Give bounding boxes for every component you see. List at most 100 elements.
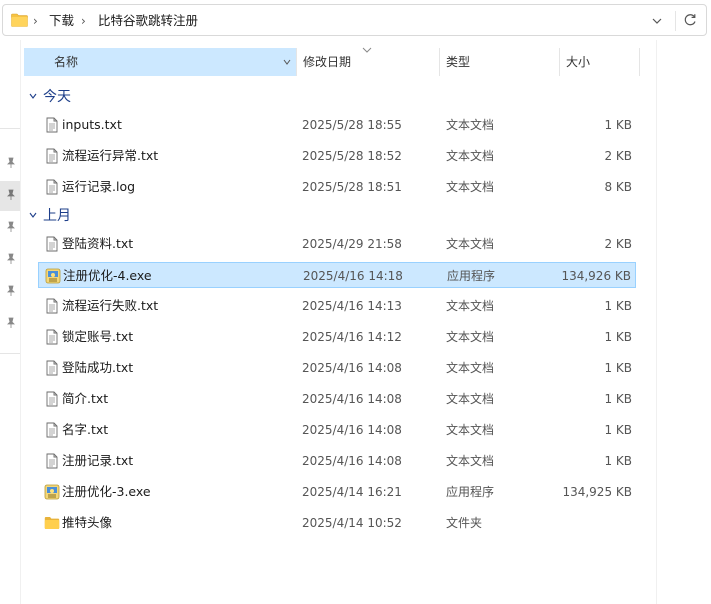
breadcrumb-chevron-icon[interactable]: › <box>81 13 86 29</box>
file-row[interactable]: 锁定账号.txt 2025/4/16 14:12 文本文档 1 KB <box>38 324 636 350</box>
file-name: 注册优化-3.exe <box>62 484 151 499</box>
file-date: 2025/5/28 18:55 <box>302 118 402 132</box>
chevron-down-icon[interactable] <box>649 13 665 29</box>
file-size: 1 KB <box>604 330 632 344</box>
file-date: 2025/5/28 18:52 <box>302 149 402 163</box>
text-file-icon <box>44 360 60 376</box>
file-name: 注册优化-4.exe <box>63 268 152 283</box>
file-row[interactable]: 名字.txt 2025/4/16 14:08 文本文档 1 KB <box>38 417 636 443</box>
file-type: 文本文档 <box>446 454 495 468</box>
file-size: 1 KB <box>604 423 632 437</box>
column-header-name-label: 名称 <box>54 55 79 69</box>
column-header-size[interactable]: 大小 <box>560 48 640 76</box>
column-header-type[interactable]: 类型 <box>440 48 558 76</box>
file-size: 8 KB <box>604 180 632 194</box>
group-header[interactable]: 上月 <box>28 205 71 225</box>
file-type: 应用程序 <box>447 269 496 283</box>
file-row[interactable]: 登陆成功.txt 2025/4/16 14:08 文本文档 1 KB <box>38 355 636 381</box>
breadcrumb-item-downloads[interactable]: 下载 <box>49 13 74 29</box>
file-name: 流程运行异常.txt <box>62 148 159 163</box>
text-file-icon <box>44 179 60 195</box>
refresh-icon[interactable] <box>682 12 698 28</box>
pane-divider-right <box>656 40 657 604</box>
file-date: 2025/4/29 21:58 <box>302 237 402 251</box>
file-name: 锁定账号.txt <box>62 329 134 344</box>
address-bar: › 下载 › 比特谷歌跳转注册 <box>0 0 711 40</box>
text-file-icon <box>44 298 60 314</box>
pin-icon[interactable] <box>5 221 17 233</box>
exe-file-icon <box>44 484 60 500</box>
file-type: 应用程序 <box>446 485 495 499</box>
file-row[interactable]: 推特头像 2025/4/14 10:52 文件夹 <box>38 510 636 536</box>
file-date: 2025/4/16 14:13 <box>302 299 402 313</box>
file-row[interactable]: 运行记录.log 2025/5/28 18:51 文本文档 8 KB <box>38 174 636 200</box>
pane-divider <box>20 40 21 604</box>
column-header-date[interactable]: 修改日期 <box>297 48 437 76</box>
file-type: 文本文档 <box>446 180 495 194</box>
file-name: 推特头像 <box>62 515 113 530</box>
file-type: 文本文档 <box>446 299 495 313</box>
file-row[interactable]: 注册优化-3.exe 2025/4/14 16:21 应用程序 134,925 KB <box>38 479 636 505</box>
file-date: 2025/4/14 10:52 <box>302 516 402 530</box>
file-row[interactable]: 注册优化-4.exe 2025/4/16 14:18 应用程序 134,926 KB <box>38 262 636 288</box>
file-row[interactable]: 注册记录.txt 2025/4/16 14:08 文本文档 1 KB <box>38 448 636 474</box>
chevron-down-icon[interactable] <box>28 210 38 220</box>
file-type: 文件夹 <box>446 516 483 530</box>
file-type: 文本文档 <box>446 330 495 344</box>
file-name: 简介.txt <box>62 391 109 406</box>
breadcrumb-item-current[interactable]: 比特谷歌跳转注册 <box>98 13 198 29</box>
file-row[interactable]: 流程运行失败.txt 2025/4/16 14:13 文本文档 1 KB <box>38 293 636 319</box>
breadcrumb-chevron-icon[interactable]: › <box>33 13 38 29</box>
pin-icon[interactable] <box>5 317 17 329</box>
file-size: 1 KB <box>604 392 632 406</box>
text-file-icon <box>44 422 60 438</box>
pin-icon[interactable] <box>5 189 17 201</box>
folder-icon <box>11 13 28 27</box>
column-header-date-label: 修改日期 <box>303 55 352 69</box>
column-divider[interactable] <box>639 48 640 76</box>
column-header-name[interactable]: 名称 <box>24 48 296 76</box>
file-type: 文本文档 <box>446 423 495 437</box>
file-date: 2025/4/16 14:18 <box>303 269 403 283</box>
file-row[interactable]: 流程运行异常.txt 2025/5/28 18:52 文本文档 2 KB <box>38 143 636 169</box>
file-name: 运行记录.log <box>62 179 136 194</box>
pin-icon[interactable] <box>5 253 17 265</box>
text-file-icon <box>44 453 60 469</box>
group-header[interactable]: 今天 <box>28 86 71 106</box>
file-size: 1 KB <box>604 118 632 132</box>
file-name: 登陆成功.txt <box>62 360 134 375</box>
file-name: 名字.txt <box>62 422 109 437</box>
file-name: 登陆资料.txt <box>62 236 134 251</box>
file-row[interactable]: inputs.txt 2025/5/28 18:55 文本文档 1 KB <box>38 112 636 138</box>
exe-file-icon <box>45 268 61 284</box>
file-size: 134,925 KB <box>562 485 632 499</box>
group-header-label: 上月 <box>43 208 71 224</box>
pin-icon[interactable] <box>5 285 17 297</box>
chevron-down-icon[interactable] <box>28 91 38 101</box>
file-type: 文本文档 <box>446 149 495 163</box>
file-name: inputs.txt <box>62 117 122 132</box>
file-date: 2025/4/16 14:08 <box>302 454 402 468</box>
file-name: 流程运行失败.txt <box>62 298 159 313</box>
pin-icon[interactable] <box>5 157 17 169</box>
file-row[interactable]: 简介.txt 2025/4/16 14:08 文本文档 1 KB <box>38 386 636 412</box>
file-size: 134,926 KB <box>561 269 631 283</box>
address-box[interactable]: › 下载 › 比特谷歌跳转注册 <box>2 4 707 36</box>
chevron-down-icon[interactable] <box>282 57 292 67</box>
column-header-type-label: 类型 <box>446 55 471 69</box>
navigation-pane <box>0 128 20 354</box>
file-type: 文本文档 <box>446 118 495 132</box>
file-date: 2025/4/16 14:08 <box>302 392 402 406</box>
text-file-icon <box>44 391 60 407</box>
file-row[interactable]: 登陆资料.txt 2025/4/29 21:58 文本文档 2 KB <box>38 231 636 257</box>
file-date: 2025/4/16 14:08 <box>302 423 402 437</box>
text-file-icon <box>44 236 60 252</box>
file-name: 注册记录.txt <box>62 453 134 468</box>
text-file-icon <box>44 329 60 345</box>
divider <box>675 11 676 31</box>
file-type: 文本文档 <box>446 237 495 251</box>
text-file-icon <box>44 148 60 164</box>
file-type: 文本文档 <box>446 361 495 375</box>
file-date: 2025/4/14 16:21 <box>302 485 402 499</box>
text-file-icon <box>44 117 60 133</box>
